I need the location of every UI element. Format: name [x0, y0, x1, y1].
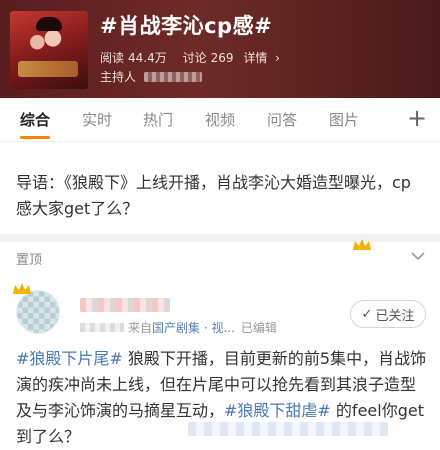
tab-comprehensive[interactable]: 综合 [20, 109, 50, 130]
check-icon: ✓ [361, 306, 373, 322]
host-label: 主持人 [100, 70, 137, 84]
topic-link[interactable]: #狼殿下片尾# [16, 349, 123, 368]
chevron-down-icon[interactable] [409, 247, 427, 265]
tab-images[interactable]: 图片 [329, 109, 359, 130]
avatar-crown-icon [13, 283, 31, 294]
active-tab-indicator [20, 136, 50, 139]
topic-intro: 导语：《狼殿下》上线开播，肖战李沁大婚造型曝光，cp感大家get了么？ [0, 142, 440, 234]
topic-stats: 阅读 44.4万 讨论 269 详情 › [100, 49, 288, 66]
follow-button[interactable]: ✓ 已关注 [350, 300, 426, 328]
crown-icon [353, 239, 371, 250]
host-row: 主持人 [100, 68, 203, 85]
avatar[interactable] [16, 290, 60, 334]
host-name-redacted [144, 71, 203, 82]
detail-link[interactable]: 详情 › [243, 51, 284, 65]
source-link[interactable]: 国产剧集 · 视... [152, 319, 235, 336]
discuss-label: 讨论 [182, 51, 207, 65]
cover-ornament-shape [18, 61, 78, 77]
tab-qa[interactable]: 问答 [267, 109, 297, 130]
discuss-value: 269 [210, 51, 234, 65]
tab-video[interactable]: 视频 [205, 109, 235, 130]
source-prefix: 来自 [128, 321, 153, 335]
cover-hat-shape [36, 17, 62, 31]
pinned-label: 置顶 [16, 253, 43, 268]
post-meta: 来自 国产剧集 · 视... 已编辑 [80, 319, 277, 336]
truncated-text-redacted [188, 422, 388, 436]
tab-bar: 综合 实时 热门 视频 问答 图片 + [0, 98, 440, 142]
post-card: 来自 国产剧集 · 视... 已编辑 ✓ 已关注 #狼殿下片尾# 狼殿下开播，目前… [0, 272, 440, 450]
tab-hot[interactable]: 热门 [143, 109, 173, 130]
tab-realtime[interactable]: 实时 [82, 109, 112, 130]
reads-label: 阅读 [100, 51, 125, 65]
reads-value: 44.4万 [128, 51, 167, 65]
edited-label: 已编辑 [240, 321, 277, 335]
section-divider [0, 234, 440, 242]
add-tab-icon[interactable]: + [407, 104, 427, 132]
detail-label: 详情 [243, 51, 268, 65]
topic-link[interactable]: #狼殿下甜虐# [224, 401, 331, 420]
topic-header: #肖战李沁cp感# 阅读 44.4万 讨论 269 详情 › 主持人 [0, 0, 440, 98]
topic-title: #肖战李沁cp感# [100, 14, 273, 38]
username-redacted[interactable] [80, 298, 170, 312]
pinned-bar[interactable]: 置顶 [0, 242, 440, 272]
follow-label: 已关注 [375, 308, 415, 324]
chevron-right-icon: › [275, 51, 280, 65]
post-time-redacted [80, 323, 124, 332]
topic-cover-image[interactable] [10, 11, 88, 89]
